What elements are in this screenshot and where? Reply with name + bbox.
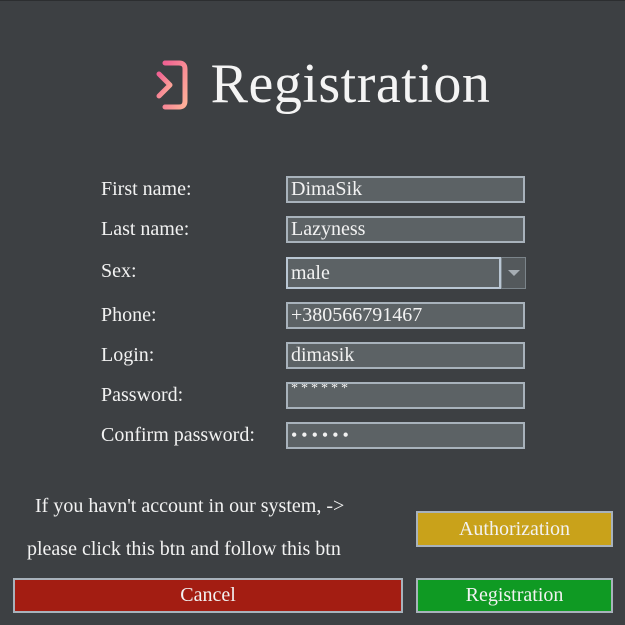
password-field[interactable]: ******	[286, 382, 525, 409]
first-name-label: First name:	[101, 178, 192, 200]
cancel-button[interactable]: Cancel	[13, 578, 403, 613]
sex-select-value[interactable]: male	[286, 257, 501, 289]
sex-select[interactable]: male	[286, 257, 526, 289]
info-text-line-1: If you havn't account in our system, ->	[35, 495, 345, 517]
authorization-button[interactable]: Authorization	[416, 511, 613, 547]
login-label: Login:	[101, 344, 155, 366]
confirm-password-label: Confirm password:	[101, 424, 255, 446]
phone-label: Phone:	[101, 304, 157, 326]
registration-window: Registration First name: DimaSik Last na…	[0, 0, 625, 625]
chevron-down-icon	[507, 270, 520, 276]
page-title: Registration	[210, 53, 491, 115]
registration-button[interactable]: Registration	[416, 578, 613, 613]
last-name-label: Last name:	[101, 218, 190, 240]
phone-field[interactable]: +380566791467	[286, 302, 525, 329]
password-label: Password:	[101, 384, 184, 406]
info-text-line-2: please click this btn and follow this bt…	[27, 538, 341, 560]
login-arrow-icon	[136, 60, 188, 110]
confirm-password-field[interactable]: ••••••	[286, 422, 525, 449]
sex-label: Sex:	[101, 260, 137, 282]
header: Registration	[0, 49, 625, 119]
login-field[interactable]: dimasik	[286, 342, 525, 369]
first-name-field[interactable]: DimaSik	[286, 176, 525, 203]
last-name-field[interactable]: Lazyness	[286, 216, 525, 243]
sex-dropdown-button[interactable]	[501, 257, 526, 289]
